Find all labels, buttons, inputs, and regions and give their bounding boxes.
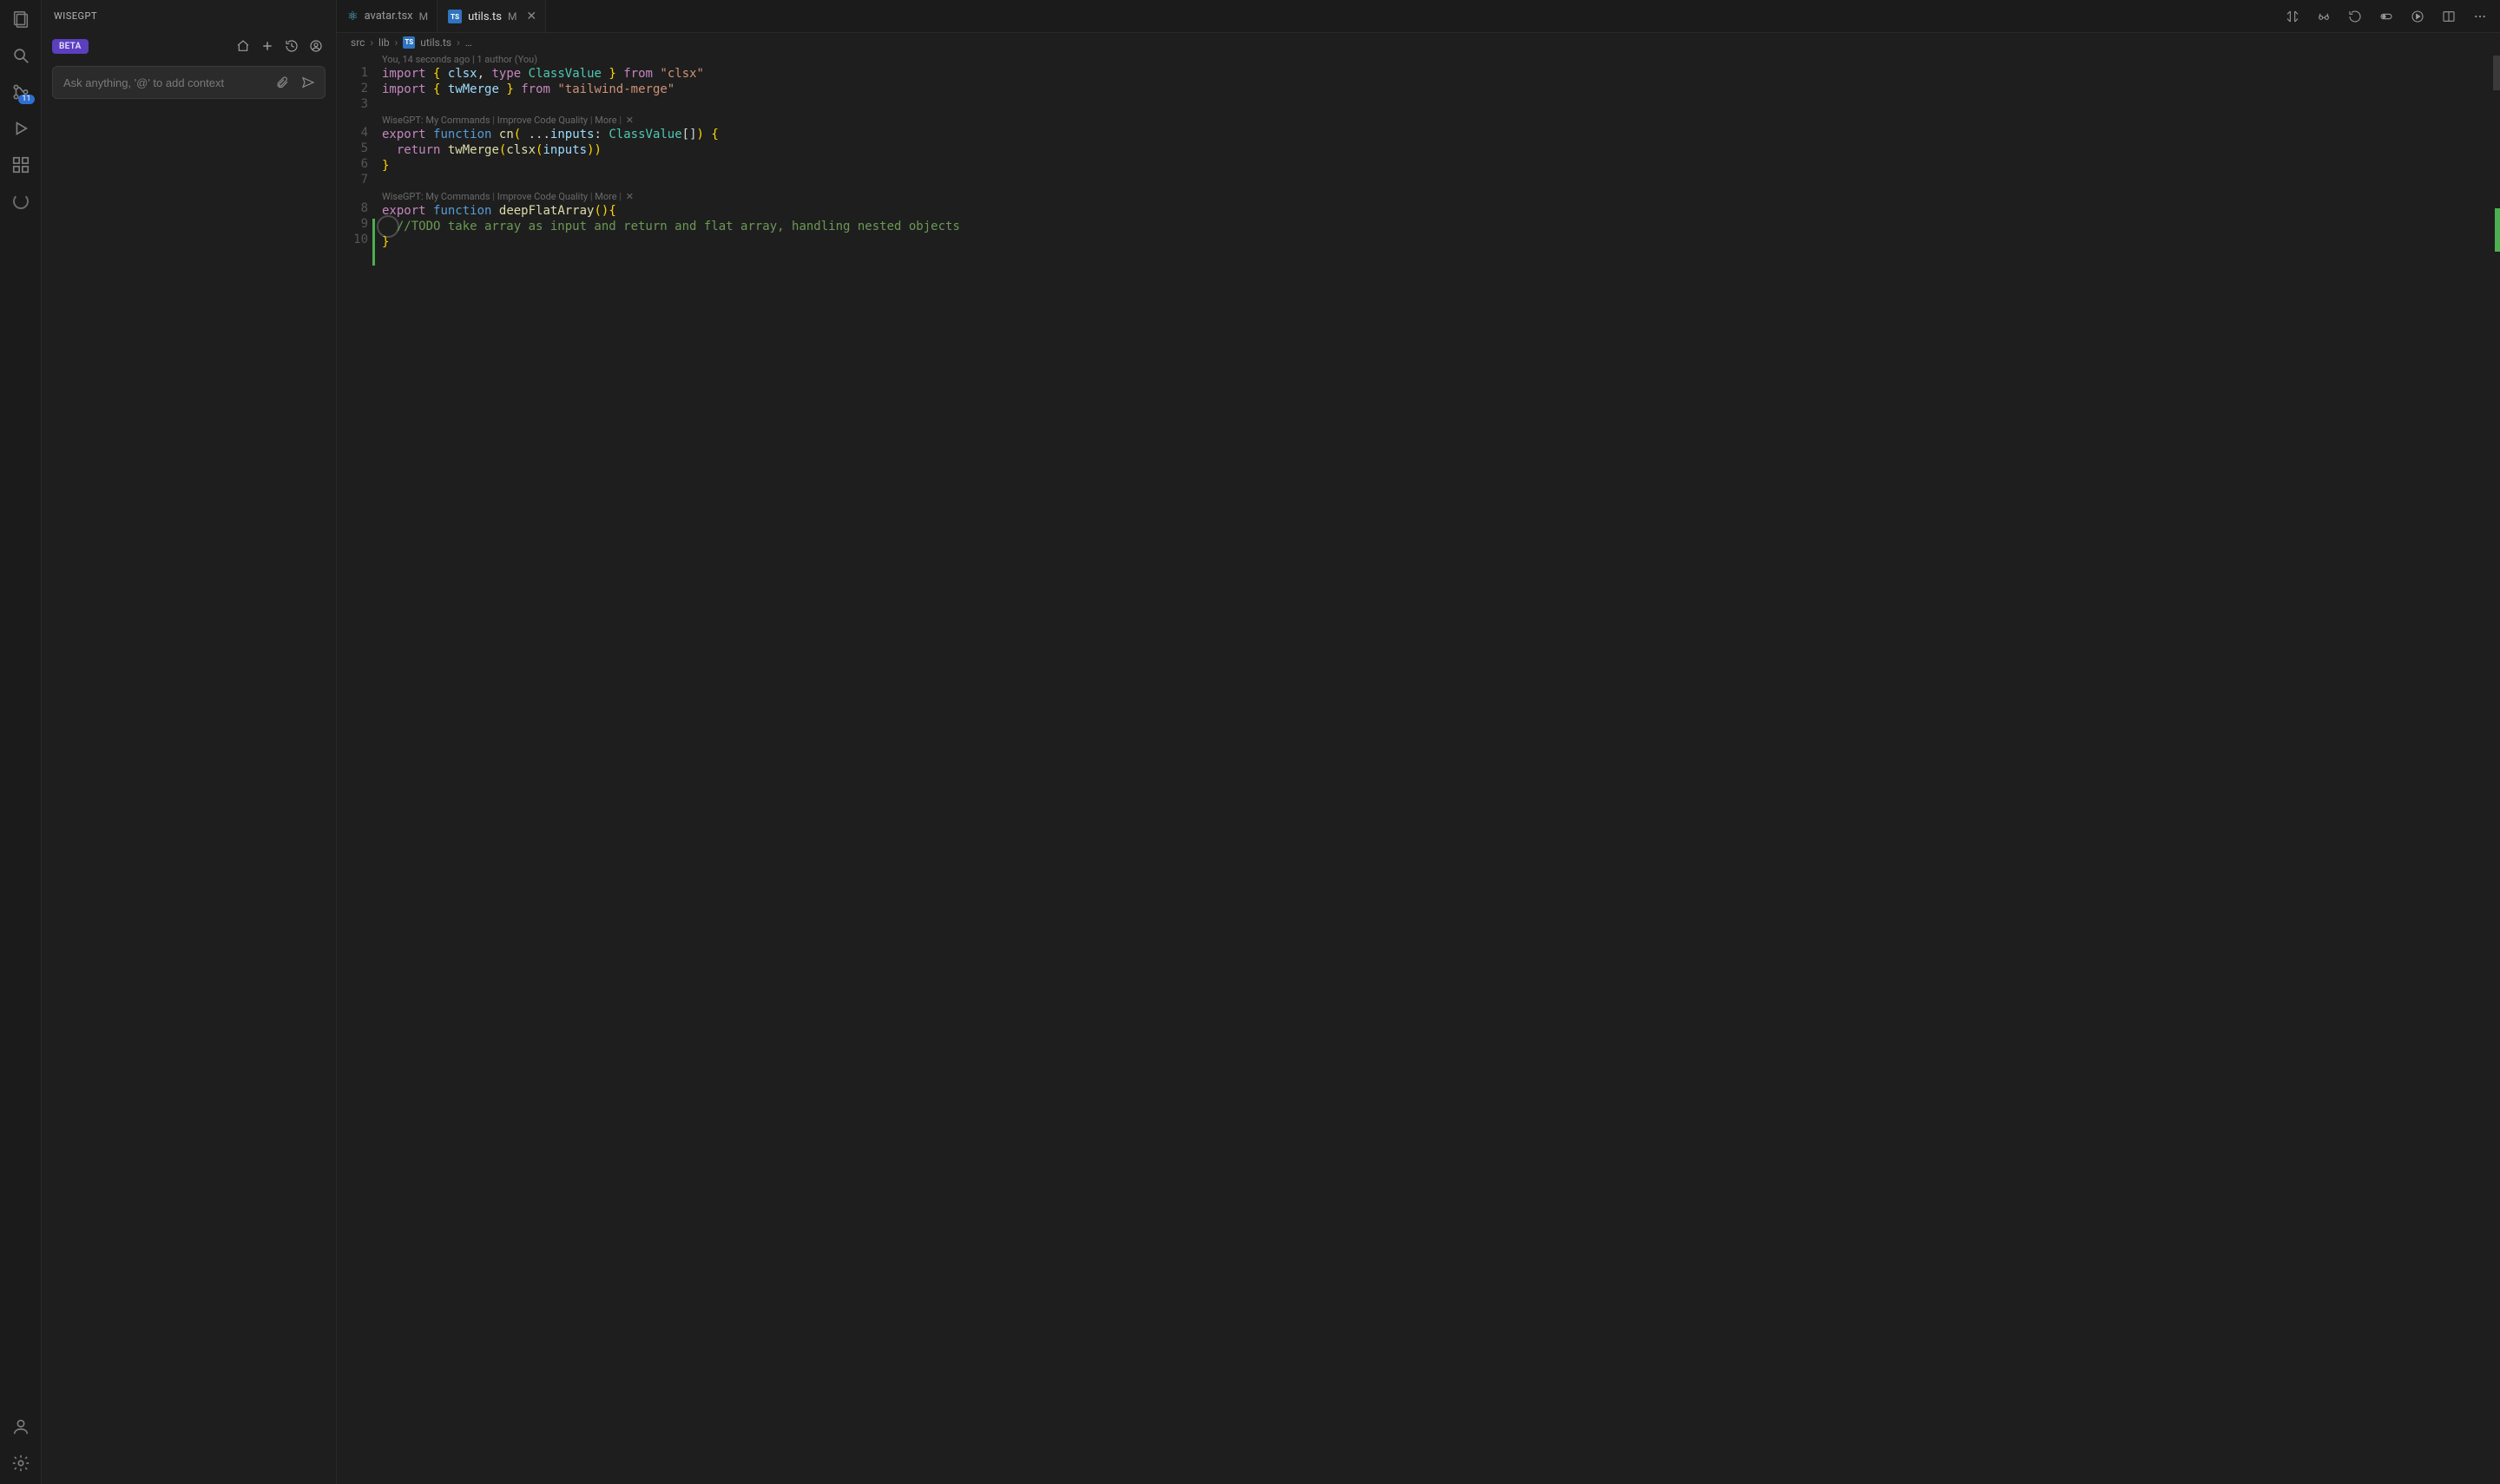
beta-badge: BETA <box>52 39 89 54</box>
editor-area: ⚛ avatar.tsx M TS utils.ts M ✕ src › lib… <box>337 0 2500 1484</box>
code-line[interactable]: import { twMerge } from "tailwind-merge" <box>375 82 2490 97</box>
react-icon: ⚛ <box>347 10 359 23</box>
attach-icon[interactable] <box>273 73 292 92</box>
history-icon[interactable] <box>282 36 301 56</box>
settings-gear-icon[interactable] <box>10 1453 31 1474</box>
profile-icon[interactable] <box>306 36 326 56</box>
code-editor[interactable]: 1 2 3 4 5 6 7 8 9 10 You, 14 seconds ago… <box>337 52 2500 1484</box>
run-debug-icon[interactable] <box>10 118 31 139</box>
codelens[interactable]: WiseGPT: My Commands | Improve Code Qual… <box>375 113 2490 127</box>
tab-label: avatar.tsx <box>365 10 413 23</box>
extensions-icon[interactable] <box>10 154 31 175</box>
breadcrumb-tail[interactable]: … <box>465 36 472 49</box>
new-chat-icon[interactable] <box>258 36 277 56</box>
breadcrumb[interactable]: src › lib › TS utils.ts › … <box>337 33 2500 52</box>
side-panel: WISEGPT BETA <box>42 0 337 1484</box>
close-icon[interactable]: ✕ <box>523 10 536 23</box>
ts-icon: TS <box>403 36 415 49</box>
side-panel-title: WISEGPT <box>42 0 336 31</box>
ask-input-container[interactable] <box>52 66 326 99</box>
explorer-icon[interactable] <box>10 9 31 30</box>
tab-modified-indicator: M <box>419 10 428 23</box>
breadcrumb-seg[interactable]: src <box>351 36 365 49</box>
breadcrumb-seg[interactable]: utils.ts <box>420 36 451 49</box>
revert-icon[interactable] <box>2345 7 2365 26</box>
code-line[interactable] <box>375 97 2490 113</box>
code-line[interactable]: } <box>375 158 2490 174</box>
code-line[interactable]: return twMerge(clsx(inputs)) <box>375 142 2490 158</box>
ask-input[interactable] <box>63 76 266 89</box>
scm-badge: 11 <box>18 95 34 104</box>
home-icon[interactable] <box>234 36 253 56</box>
editor-tabs: ⚛ avatar.tsx M TS utils.ts M ✕ <box>337 0 2500 33</box>
code-line[interactable]: import { clsx, type ClassValue } from "c… <box>375 66 2490 82</box>
breadcrumb-seg[interactable]: lib <box>378 36 390 49</box>
side-panel-toolbar: BETA <box>42 31 336 62</box>
line-number-gutter: 1 2 3 4 5 6 7 8 9 10 <box>337 52 375 247</box>
code-line[interactable]: //TODO take array as input and return an… <box>375 219 2490 234</box>
glasses-icon[interactable] <box>2314 7 2333 26</box>
code-line[interactable]: } <box>375 234 2490 250</box>
tab-label: utils.ts <box>468 10 502 23</box>
chevron-right-icon: › <box>457 36 460 49</box>
more-icon[interactable] <box>2470 7 2490 26</box>
editor-actions <box>2283 0 2500 32</box>
split-editor-icon[interactable] <box>2439 7 2458 26</box>
overview-ruler[interactable] <box>2491 52 2500 1484</box>
source-control-icon[interactable]: 11 <box>10 82 31 102</box>
run-icon[interactable] <box>2408 7 2427 26</box>
close-icon[interactable]: ✕ <box>626 191 634 202</box>
chevron-right-icon: › <box>395 36 398 49</box>
account-icon[interactable] <box>10 1416 31 1437</box>
wisegpt-activity-icon[interactable] <box>10 191 31 212</box>
activity-bar: 11 <box>0 0 42 1484</box>
code-line[interactable] <box>375 174 2490 189</box>
compare-icon[interactable] <box>2283 7 2302 26</box>
code-line[interactable]: export function cn( ...inputs: ClassValu… <box>375 127 2490 142</box>
code-line[interactable]: export function deepFlatArray(){ <box>375 203 2490 219</box>
search-icon[interactable] <box>10 45 31 66</box>
toggle-icon[interactable] <box>2377 7 2396 26</box>
code-lines[interactable]: You, 14 seconds ago | 1 author (You) imp… <box>375 52 2490 250</box>
git-added-marker <box>2495 208 2500 252</box>
tab-utils[interactable]: TS utils.ts M ✕ <box>438 0 546 32</box>
codelens[interactable]: WiseGPT: My Commands | Improve Code Qual… <box>375 189 2490 203</box>
chevron-right-icon: › <box>370 36 373 49</box>
close-icon[interactable]: ✕ <box>626 115 634 126</box>
ts-icon: TS <box>448 10 462 23</box>
git-blame-annotation: You, 14 seconds ago | 1 author (You) <box>375 52 2490 66</box>
spinner-icon <box>13 194 29 209</box>
send-icon[interactable] <box>299 73 318 92</box>
tab-avatar[interactable]: ⚛ avatar.tsx M <box>337 0 438 32</box>
tab-modified-indicator: M <box>508 10 516 23</box>
